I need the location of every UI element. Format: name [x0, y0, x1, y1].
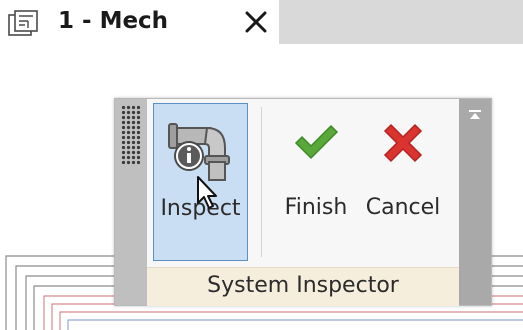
collapse-arrow-icon[interactable] — [468, 109, 482, 121]
panel-title-bar: System Inspector — [147, 267, 459, 306]
cancel-button[interactable]: Cancel — [361, 103, 445, 261]
close-icon[interactable] — [242, 8, 270, 36]
document-tab-bar: 1 - Mech — [0, 0, 523, 44]
system-inspector-panel: Inspect Finish Cancel System Inspector — [114, 98, 492, 306]
grip-dots-icon — [121, 105, 141, 165]
floor-plan-view-icon — [8, 10, 38, 36]
inspect-pipe-icon — [167, 123, 230, 181]
inspect-button[interactable]: Inspect — [153, 103, 248, 261]
finish-button-label: Finish — [284, 195, 348, 220]
cancel-x-icon — [383, 123, 423, 163]
finish-button[interactable]: Finish — [279, 103, 353, 261]
panel-drag-grip[interactable] — [115, 99, 147, 305]
view-tab-1-mech[interactable]: 1 - Mech — [0, 0, 279, 44]
panel-options-bar[interactable] — [459, 99, 491, 305]
inspect-button-label: Inspect — [160, 196, 241, 221]
cancel-button-label: Cancel — [365, 195, 441, 220]
button-separator — [261, 107, 262, 257]
panel-title: System Inspector — [207, 273, 399, 298]
checkmark-icon — [294, 124, 339, 160]
tab-title: 1 - Mech — [58, 8, 169, 34]
